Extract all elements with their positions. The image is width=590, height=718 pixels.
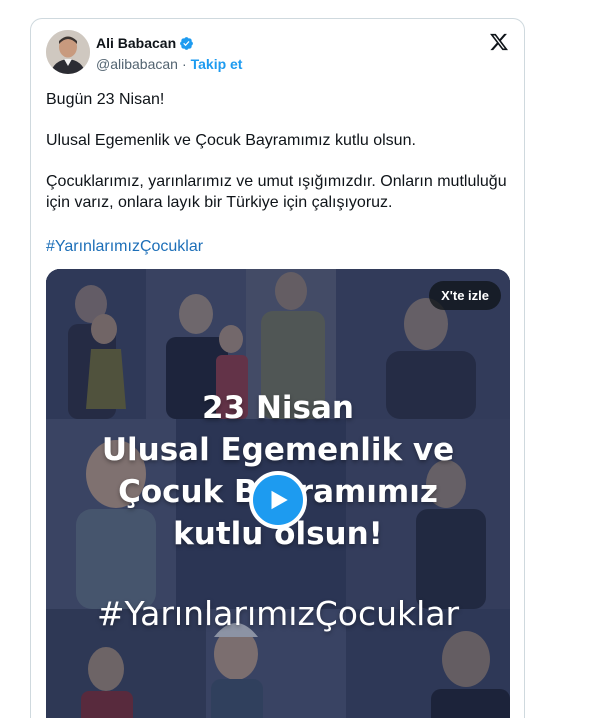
post-line-2: Ulusal Egemenlik ve Çocuk Bayramımız kut… xyxy=(46,132,416,149)
play-icon xyxy=(271,490,288,510)
x-logo-icon[interactable] xyxy=(489,32,509,52)
author-handle-row: @alibabacan · Takip et xyxy=(96,56,242,72)
video-overlay-line-2: Ulusal Egemenlik ve xyxy=(101,432,455,468)
author-name[interactable]: Ali Babacan xyxy=(96,35,176,51)
follow-button[interactable]: Takip et xyxy=(191,56,243,72)
video-player[interactable]: X'te izle 23 Nisan Ulusal Egemenlik ve Ç… xyxy=(46,269,510,718)
video-overlay-line-1: 23 Nisan xyxy=(202,390,354,426)
separator-dot: · xyxy=(181,56,187,72)
video-overlay-hashtag: #YarınlarımızÇocuklar xyxy=(96,594,460,633)
verified-badge-icon xyxy=(180,36,194,50)
post-card: Ali Babacan @alibabacan · Takip et Bugün… xyxy=(30,18,525,718)
author-handle[interactable]: @alibabacan xyxy=(96,56,178,72)
play-button[interactable] xyxy=(249,471,307,529)
hashtag-link[interactable]: #YarınlarımızÇocuklar xyxy=(46,236,203,257)
post-header: Ali Babacan @alibabacan · Takip et xyxy=(46,30,509,74)
avatar[interactable] xyxy=(46,30,90,74)
author-name-row: Ali Babacan xyxy=(96,35,194,51)
post-line-3: Çocuklarımız, yarınlarımız ve umut ışığı… xyxy=(46,173,507,211)
post-line-1: Bugün 23 Nisan! xyxy=(46,91,165,108)
watch-on-x-button[interactable]: X'te izle xyxy=(429,281,501,310)
